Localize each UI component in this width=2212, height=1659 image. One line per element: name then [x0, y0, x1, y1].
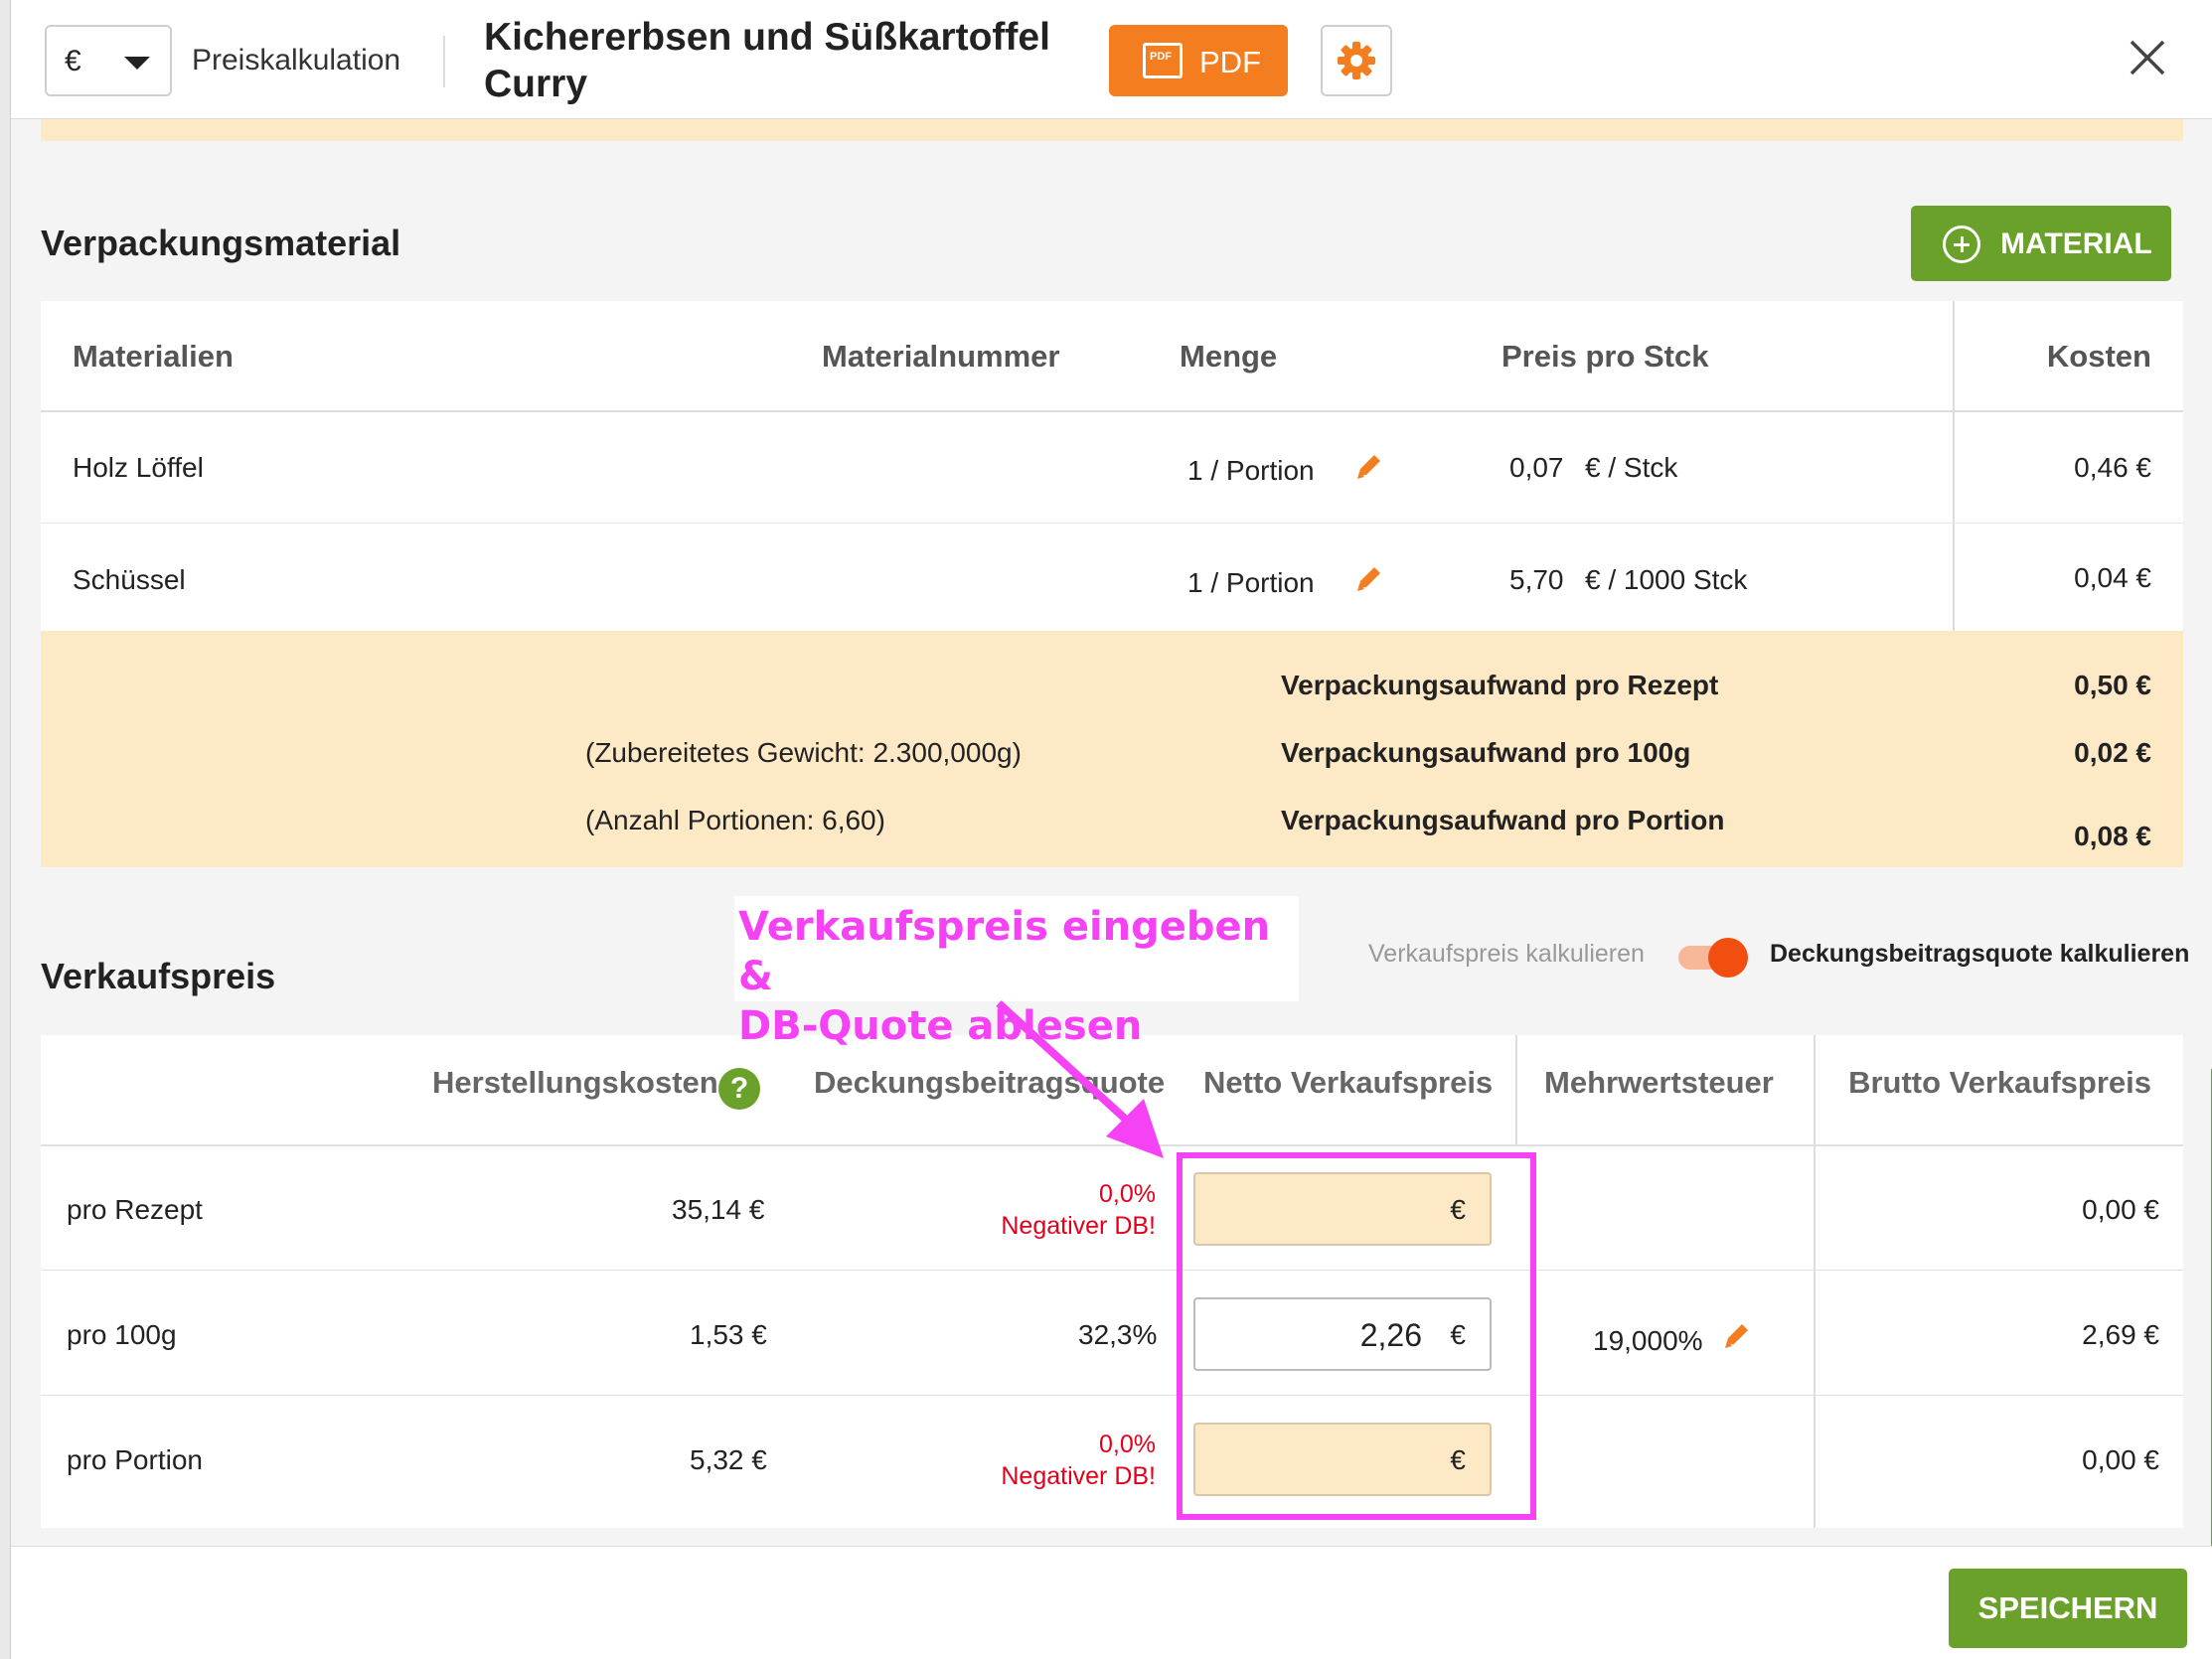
production-cost: 5,32 €	[690, 1444, 767, 1475]
close-button[interactable]	[2124, 34, 2171, 81]
col-header-quantity: Menge	[1180, 339, 1278, 374]
annotation-arrow-icon	[996, 1000, 1164, 1158]
material-price: 5,70	[1509, 564, 1564, 595]
col-header-cost: Kosten	[2046, 339, 2151, 374]
edit-pencil-icon[interactable]	[1352, 450, 1386, 484]
toggle-option-margin[interactable]: Deckungsbeitragsquote kalkulieren	[1770, 940, 2189, 969]
currency-select-value: €	[65, 45, 81, 77]
section-label: Preiskalkulation	[192, 44, 401, 76]
calculation-mode-toggle[interactable]	[1676, 938, 1748, 978]
currency-select[interactable]: €	[45, 25, 172, 96]
margin-value: 32,3%	[1078, 1319, 1158, 1350]
packaging-totals: (Zubereitetes Gewicht: 2.300,000g) (Anza…	[41, 631, 2183, 867]
col-header-material-number: Materialnummer	[822, 339, 1060, 374]
material-qty: 1 / Portion	[1187, 567, 1315, 598]
vat-rate: 19,000%	[1593, 1325, 1703, 1356]
pdf-button-label: PDF	[1199, 45, 1261, 79]
material-name: Schüssel	[73, 564, 186, 595]
save-button[interactable]: SPEICHERN	[1949, 1569, 2187, 1648]
chevron-down-icon	[124, 57, 150, 70]
material-cost: 0,46 €	[2074, 452, 2151, 483]
total-value: 0,50 €	[2074, 670, 2151, 700]
margin-ratio: 0,0% Negativer DB!	[858, 1429, 1156, 1492]
packaging-table: Materialien Materialnummer Menge Preis p…	[41, 301, 2183, 631]
annotation-line: Verkaufspreis eingeben &	[738, 904, 1271, 999]
row-label: pro Portion	[67, 1444, 203, 1475]
material-unit: € / Stck	[1585, 452, 1678, 483]
material-price: 0,07	[1509, 452, 1564, 483]
col-header-price: Preis pro Stck	[1501, 339, 1709, 374]
price-calculation-modal: € Preiskalkulation Kichererbsen und Süßk…	[10, 0, 2212, 1659]
toggle-knob	[1708, 938, 1748, 978]
packaging-title: Verpackungsmaterial	[41, 223, 401, 263]
column-divider	[1515, 1035, 1517, 1144]
material-name: Holz Löffel	[73, 452, 204, 483]
add-material-button[interactable]: MATERIAL	[1911, 206, 2171, 281]
total-value: 0,02 €	[2074, 737, 2151, 768]
row-separator	[41, 1270, 2183, 1271]
edit-pencil-icon[interactable]	[1720, 1319, 1754, 1353]
total-value: 0,08 €	[2074, 821, 2151, 851]
material-qty: 1 / Portion	[1187, 455, 1315, 486]
add-material-label: MATERIAL	[2000, 227, 2152, 260]
margin-ratio: 0,0% Negativer DB!	[858, 1178, 1156, 1242]
pdf-icon	[1143, 43, 1183, 78]
col-header-materials: Materialien	[73, 339, 234, 374]
gross-price: 0,00 €	[2082, 1444, 2159, 1475]
row-label: pro Rezept	[67, 1194, 203, 1225]
margin-value: 0,0%	[1099, 1431, 1156, 1458]
material-unit: € / 1000 Stck	[1585, 564, 1748, 595]
edit-pencil-icon[interactable]	[1352, 562, 1386, 596]
total-label: Verpackungsaufwand pro Portion	[1281, 805, 1725, 835]
col-header-net-price: Netto Verkaufspreis	[1203, 1065, 1494, 1100]
row-label: pro 100g	[67, 1319, 177, 1350]
gear-icon	[1338, 42, 1375, 79]
recipe-title: Kichererbsen und Süßkartoffel Curry	[484, 16, 1050, 105]
column-divider	[1814, 1035, 1816, 1528]
gross-price: 2,69 €	[2082, 1319, 2159, 1350]
row-separator	[41, 523, 2183, 524]
col-header-production-cost: Herstellungskosten	[432, 1065, 718, 1100]
close-icon	[2130, 40, 2165, 75]
header-divider	[443, 36, 445, 87]
toggle-option-sales-price[interactable]: Verkaufspreis kalkulieren	[1368, 940, 1645, 969]
help-icon[interactable]: ?	[718, 1068, 760, 1110]
total-label: Verpackungsaufwand pro 100g	[1281, 737, 1691, 768]
plus-circle-icon	[1943, 226, 1980, 263]
material-cost: 0,04 €	[2074, 562, 2151, 593]
production-cost: 35,14 €	[672, 1194, 765, 1225]
margin-value: 0,0%	[1099, 1180, 1156, 1208]
production-cost: 1,53 €	[690, 1319, 767, 1350]
prepared-weight-note: (Zubereitetes Gewicht: 2.300,000g)	[585, 737, 1022, 768]
negative-margin-warning: Negativer DB!	[1001, 1212, 1156, 1240]
negative-margin-warning: Negativer DB!	[1001, 1462, 1156, 1490]
modal-header: € Preiskalkulation Kichererbsen und Süßk…	[11, 0, 2212, 119]
sales-title: Verkaufspreis	[41, 956, 276, 996]
pdf-button[interactable]: PDF	[1109, 25, 1288, 96]
annotation-highlight-box	[1177, 1152, 1536, 1520]
previous-section-strip	[41, 119, 2183, 141]
col-header-vat: Mehrwertsteuer	[1544, 1065, 1774, 1100]
annotation-callout: Verkaufspreis eingeben & DB-Quote ablese…	[734, 896, 1299, 1049]
column-divider	[1953, 301, 1955, 631]
col-header-gross-price: Brutto Verkaufspreis	[1848, 1065, 2151, 1100]
modal-footer: SPEICHERN	[11, 1546, 2212, 1659]
header-separator	[41, 410, 2183, 412]
row-separator	[41, 1395, 2183, 1396]
portion-count-note: (Anzahl Portionen: 6,60)	[585, 805, 885, 835]
gross-price: 0,00 €	[2082, 1194, 2159, 1225]
settings-button[interactable]	[1321, 25, 1392, 96]
total-label: Verpackungsaufwand pro Rezept	[1281, 670, 1719, 700]
